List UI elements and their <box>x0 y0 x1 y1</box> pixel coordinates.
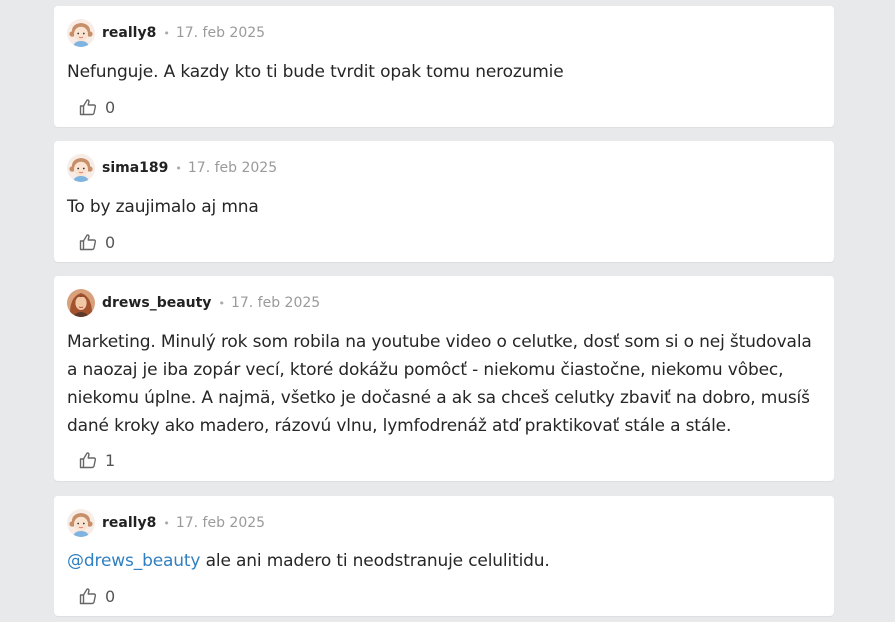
thumbs-up-icon <box>78 97 98 117</box>
comment-text: Marketing. Minulý rok som robila na yout… <box>67 328 819 440</box>
comment-date: 17. feb 2025 <box>230 295 321 311</box>
username[interactable]: really8 <box>102 515 156 531</box>
photo-avatar-icon[interactable] <box>67 289 95 317</box>
username[interactable]: really8 <box>102 25 156 41</box>
comment-header: drews_beauty • 17. feb 2025 <box>67 287 320 319</box>
comment-text: To by zaujimalo aj mna <box>67 193 819 221</box>
like-button[interactable]: 1 <box>78 450 115 470</box>
comment-date: 17. feb 2025 <box>175 25 266 41</box>
comment-date: 17. feb 2025 <box>175 515 266 531</box>
like-count: 0 <box>105 232 116 252</box>
like-count: 1 <box>105 450 116 470</box>
comment-card: really8 • 17. feb 2025 @drews_beauty ale… <box>54 496 834 616</box>
comment-text-content: Marketing. Minulý rok som robila na yout… <box>67 332 812 436</box>
comment-text: Nefunguje. A kazdy kto ti bude tvrdit op… <box>67 58 819 86</box>
separator-dot: • <box>175 161 182 175</box>
comment-text-content: ale ani madero ti neodstranuje celulitid… <box>200 551 550 571</box>
like-button[interactable]: 0 <box>78 232 115 252</box>
comment-header: really8 • 17. feb 2025 <box>67 17 265 49</box>
comment-header: sima189 • 17. feb 2025 <box>67 152 277 184</box>
thumbs-up-icon <box>78 450 98 470</box>
comment-date: 17. feb 2025 <box>187 160 278 176</box>
thumbs-up-icon <box>78 586 98 606</box>
comment-card: sima189 • 17. feb 2025 To by zaujimalo a… <box>54 141 834 262</box>
separator-dot: • <box>163 26 170 40</box>
user-mention-link[interactable]: @drews_beauty <box>67 551 201 571</box>
girl-cartoon-avatar-icon[interactable] <box>67 19 95 47</box>
username[interactable]: drews_beauty <box>102 295 211 311</box>
like-button[interactable]: 0 <box>78 586 115 606</box>
like-count: 0 <box>105 97 116 117</box>
username[interactable]: sima189 <box>102 160 168 176</box>
like-count: 0 <box>105 586 116 606</box>
comment-text: @drews_beauty ale ani madero ti neodstra… <box>67 547 819 575</box>
separator-dot: • <box>163 516 170 530</box>
girl-cartoon-avatar-icon[interactable] <box>67 154 95 182</box>
girl-cartoon-avatar-icon[interactable] <box>67 509 95 537</box>
like-button[interactable]: 0 <box>78 97 115 117</box>
comment-text-content: To by zaujimalo aj mna <box>67 197 259 217</box>
thumbs-up-icon <box>78 232 98 252</box>
separator-dot: • <box>218 296 225 310</box>
comment-card: really8 • 17. feb 2025 Nefunguje. A kazd… <box>54 6 834 127</box>
comment-header: really8 • 17. feb 2025 <box>67 507 265 539</box>
comment-card: drews_beauty • 17. feb 2025 Marketing. M… <box>54 276 834 481</box>
comment-text-content: Nefunguje. A kazdy kto ti bude tvrdit op… <box>67 62 564 82</box>
